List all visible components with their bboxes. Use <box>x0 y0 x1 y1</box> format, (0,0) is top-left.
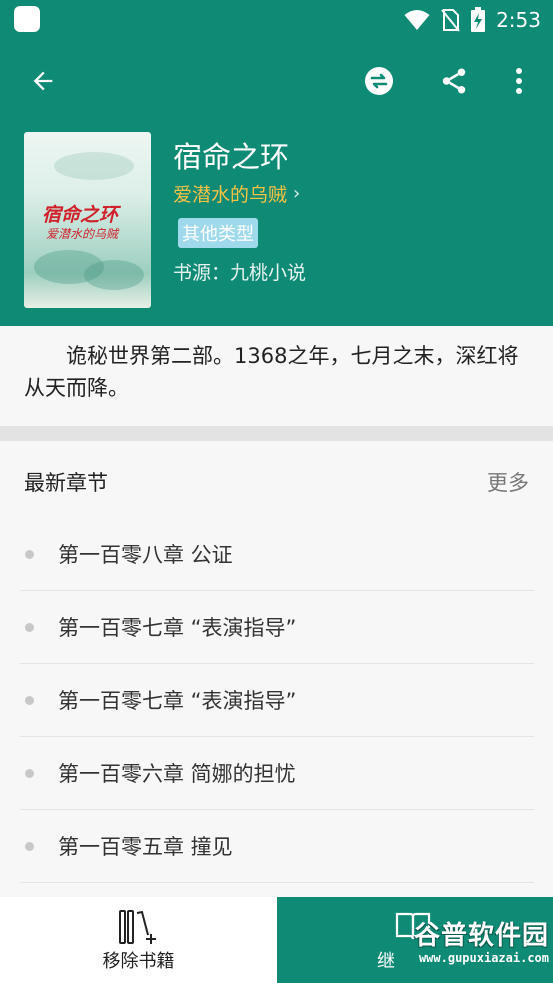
section-divider <box>0 426 553 441</box>
author-link[interactable]: 爱潜水的乌贼 › <box>173 180 300 207</box>
watermark-url: www.gupuxiazai.com <box>418 951 549 965</box>
cover-decoration <box>54 152 134 180</box>
continue-reading-button[interactable]: 继 谷普软件园 www.gupuxiazai.com <box>277 897 553 983</box>
chapter-item[interactable]: 第一百零七章 “表演指导” <box>20 591 534 664</box>
bullet-dot-icon <box>25 622 34 632</box>
chapters-more-button[interactable]: 更多 <box>487 467 529 497</box>
chapters-title: 最新章节 <box>24 471 108 495</box>
book-header: 宿命之环 爱潜水的乌贼 宿命之环 爱潜水的乌贼 › 其他类型 书源：九桃小说 <box>0 122 553 326</box>
chapter-item[interactable]: 第一百零七章 “表演指导” <box>20 664 534 737</box>
bottom-action-bar: 移除书籍 继 谷普软件园 www.gupuxiazai.com <box>0 897 553 983</box>
no-sim-icon <box>441 9 460 32</box>
app-bar <box>0 40 553 122</box>
chapter-name: 第一百零七章 “表演指导” <box>58 689 297 713</box>
bullet-dot-icon <box>25 695 34 705</box>
chapter-name: 第一百零七章 “表演指导” <box>58 616 297 640</box>
intro-text: 诡秘世界第二部。1368之年，七月之末，深红将从天而降。 <box>24 344 519 400</box>
watermark-text: 谷普软件园 <box>413 921 549 951</box>
status-time: 2:53 <box>496 8 541 32</box>
chapter-name: 第一百零六章 简娜的担忧 <box>58 762 296 786</box>
status-bar: 2:53 <box>0 0 553 40</box>
chapter-name: 第一百零八章 公证 <box>58 543 233 567</box>
chapter-list: 第一百零八章 公证 第一百零七章 “表演指导” 第一百零七章 “表演指导” 第一… <box>20 518 534 883</box>
battery-charging-icon <box>471 7 486 32</box>
latest-chapters: 最新章节 更多 第一百零八章 公证 第一百零七章 “表演指导” 第一百零七章 “… <box>0 441 553 897</box>
back-arrow-icon <box>33 71 53 91</box>
wifi-icon <box>404 10 430 30</box>
site-watermark: 谷普软件园 www.gupuxiazai.com <box>379 915 549 975</box>
book-source[interactable]: 书源：九桃小说 <box>173 258 306 285</box>
genre-tag: 其他类型 <box>178 218 258 248</box>
share-icon <box>442 68 466 94</box>
cover-decoration <box>84 260 144 290</box>
bullet-dot-icon <box>25 768 34 778</box>
remove-book-button[interactable]: 移除书籍 <box>0 897 277 983</box>
chapter-item[interactable]: 第一百零八章 公证 <box>20 518 534 591</box>
back-button[interactable] <box>22 60 64 102</box>
change-source-button[interactable] <box>358 60 400 102</box>
bullet-dot-icon <box>25 841 34 851</box>
change-source-icon <box>365 67 393 95</box>
more-vert-icon <box>516 68 522 94</box>
book-cover[interactable]: 宿命之环 爱潜水的乌贼 <box>24 132 151 308</box>
chapter-item[interactable]: 第一百零六章 简娜的担忧 <box>20 737 534 810</box>
share-button[interactable] <box>433 60 475 102</box>
book-intro: 诡秘世界第二部。1368之年，七月之末，深红将从天而降。 <box>0 326 553 426</box>
cover-title: 宿命之环 <box>42 204 119 226</box>
app-notification-icon <box>14 6 40 32</box>
chevron-right-icon: › <box>293 183 301 204</box>
more-options-button[interactable] <box>498 60 540 102</box>
author-name: 爱潜水的乌贼 <box>173 184 288 206</box>
book-title: 宿命之环 <box>173 140 290 174</box>
chapter-name: 第一百零五章 撞见 <box>58 835 233 859</box>
chapter-item[interactable]: 第一百零五章 撞见 <box>20 810 534 883</box>
bullet-dot-icon <box>25 549 34 559</box>
remove-book-label: 移除书籍 <box>102 951 175 972</box>
cover-author: 爱潜水的乌贼 <box>46 227 119 241</box>
bookshelf-remove-icon <box>119 910 156 944</box>
status-right: 2:53 <box>404 6 541 34</box>
